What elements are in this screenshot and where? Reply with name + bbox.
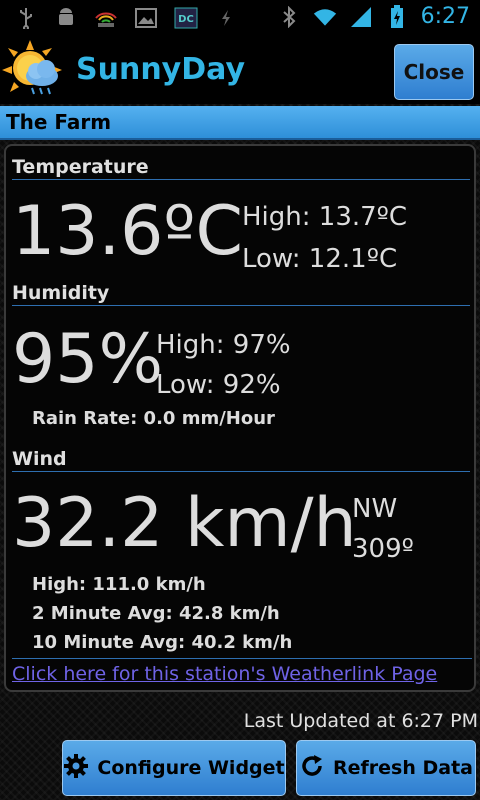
sunnyday-logo-icon	[2, 40, 62, 100]
temperature-heading: Temperature	[12, 156, 470, 180]
configure-widget-button[interactable]: Configure Widget	[62, 740, 286, 796]
configure-widget-label: Configure Widget	[97, 757, 285, 779]
station-name: The Farm	[6, 110, 112, 134]
humidity-low: Low: 92%	[156, 370, 281, 400]
temperature-high: High: 13.7ºC	[242, 202, 408, 232]
wind-direction: NW	[352, 494, 398, 524]
refresh-data-label: Refresh Data	[333, 757, 473, 779]
rain-rate: Rain Rate: 0.0 mm/Hour	[32, 408, 275, 429]
wind-speed: 32.2 km/h	[12, 484, 357, 563]
wind-avg-10min: 10 Minute Avg: 40.2 km/h	[32, 632, 293, 653]
app-bar: SunnyDay Close	[0, 38, 480, 104]
wifi-router-icon	[94, 6, 118, 30]
weatherlink-link[interactable]: Click here for this station's Weatherlin…	[12, 658, 472, 685]
station-header: The Farm	[0, 106, 480, 140]
status-time: 6:27	[420, 4, 470, 29]
app-title: SunnyDay	[76, 52, 246, 87]
wind-high: High: 111.0 km/h	[32, 574, 206, 595]
android-debug-icon	[54, 6, 78, 30]
last-updated: Last Updated at 6:27 PM	[243, 710, 478, 732]
temperature-low: Low: 12.1ºC	[242, 244, 398, 274]
battery-charging-icon	[385, 4, 409, 29]
refresh-icon	[299, 753, 325, 784]
wind-heading: Wind	[12, 448, 470, 472]
status-bar: DC 6:27	[0, 0, 480, 38]
usb-icon	[14, 6, 38, 30]
humidity-heading: Humidity	[12, 282, 470, 306]
wind-degrees: 309º	[352, 534, 414, 564]
wind-avg-2min: 2 Minute Avg: 42.8 km/h	[32, 603, 280, 624]
refresh-data-button[interactable]: Refresh Data	[296, 740, 476, 796]
temperature-value: 13.6ºC	[12, 192, 243, 271]
weather-panel: Temperature 13.6ºC High: 13.7ºC Low: 12.…	[4, 144, 476, 692]
dc-app-icon: DC	[174, 6, 198, 30]
wifi-signal-icon	[313, 5, 337, 29]
humidity-value: 95%	[12, 320, 164, 399]
system-icons: 6:27	[277, 4, 470, 29]
svg-text:DC: DC	[178, 14, 194, 25]
charging-bolt-icon	[214, 6, 238, 30]
humidity-high: High: 97%	[156, 330, 291, 360]
cell-signal-icon	[349, 5, 373, 29]
bluetooth-icon	[277, 5, 301, 29]
notification-icons: DC	[14, 6, 238, 30]
gear-icon	[63, 753, 89, 784]
image-icon	[134, 6, 158, 30]
close-button[interactable]: Close	[394, 44, 474, 100]
